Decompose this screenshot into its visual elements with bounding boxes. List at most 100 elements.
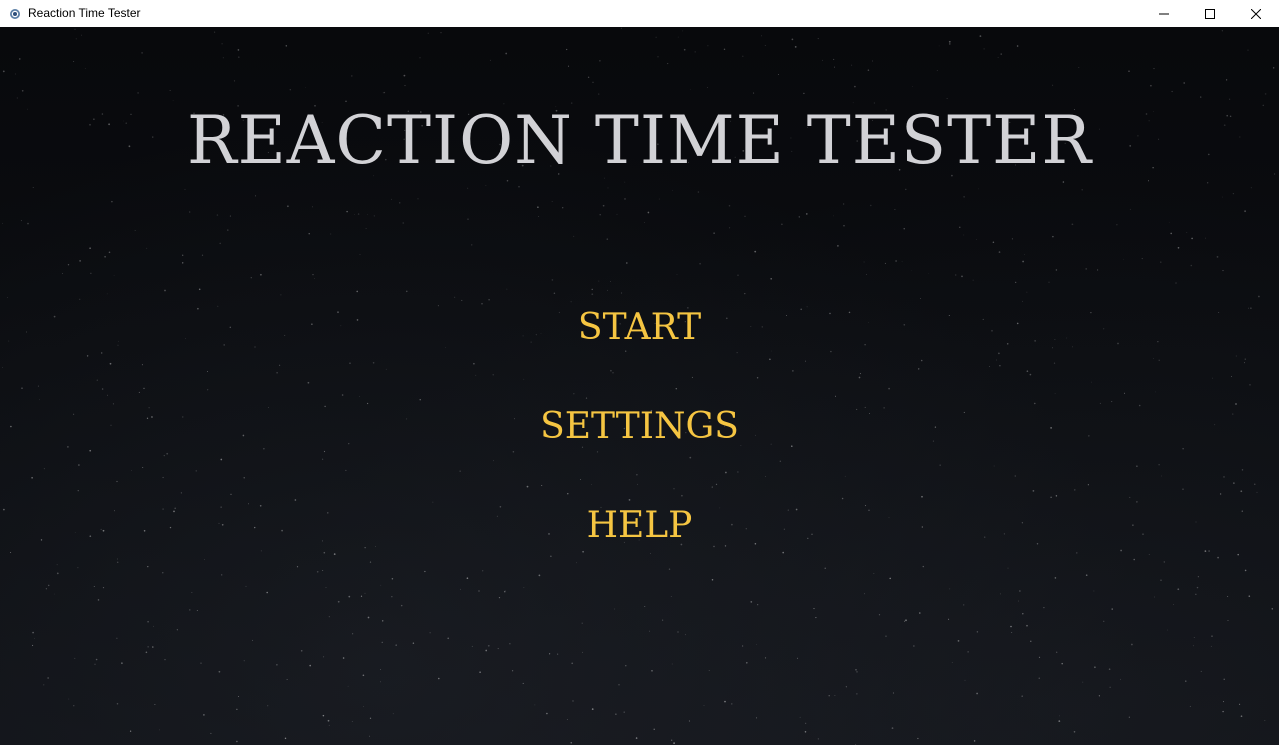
star (728, 205, 731, 207)
star (129, 730, 132, 732)
star (300, 650, 303, 652)
star (1240, 490, 1243, 493)
star (566, 48, 568, 51)
star (380, 681, 381, 683)
star (1055, 495, 1058, 497)
star (658, 198, 660, 200)
star (1103, 620, 1105, 622)
star (154, 703, 156, 706)
star (805, 213, 808, 215)
help-button[interactable]: HELP (0, 504, 1279, 548)
game-canvas[interactable]: REACTION TIME TESTER START SETTINGS HELP (0, 27, 1279, 745)
star (575, 562, 577, 564)
star (31, 477, 33, 479)
window-titlebar[interactable]: Reaction Time Tester (0, 0, 1279, 27)
star (1211, 635, 1213, 637)
star (2, 70, 5, 73)
start-button[interactable]: START (0, 306, 1279, 350)
star (606, 238, 609, 240)
star (1052, 84, 1054, 86)
star (471, 244, 473, 246)
star (683, 48, 686, 51)
star (485, 184, 487, 186)
star (1190, 264, 1193, 267)
star (592, 81, 594, 83)
star (623, 711, 625, 713)
star (562, 207, 564, 209)
star (67, 264, 70, 266)
star (871, 60, 873, 62)
star (771, 350, 772, 352)
star (863, 261, 865, 263)
star (591, 484, 592, 485)
star (573, 393, 575, 395)
star (1015, 281, 1017, 283)
star (636, 474, 638, 476)
star (817, 738, 819, 740)
star (328, 616, 330, 618)
star (479, 671, 481, 673)
star (737, 274, 739, 276)
star (599, 60, 601, 62)
star (756, 717, 758, 719)
star (93, 585, 95, 588)
star (745, 661, 748, 664)
star (1200, 96, 1202, 98)
star (526, 485, 529, 488)
star (1120, 549, 1122, 552)
star (1038, 656, 1041, 658)
star (1222, 270, 1224, 272)
star (454, 296, 456, 298)
star (359, 396, 360, 397)
star (983, 48, 985, 50)
star (56, 572, 59, 575)
star (618, 684, 620, 686)
star (1019, 590, 1021, 592)
star (471, 645, 473, 647)
star (236, 708, 238, 710)
star (219, 242, 221, 245)
close-button[interactable] (1233, 0, 1279, 27)
star (1000, 53, 1002, 55)
star (163, 454, 165, 457)
minimize-button[interactable] (1141, 0, 1187, 27)
maximize-button[interactable] (1187, 0, 1233, 27)
star (1158, 464, 1160, 466)
star (147, 565, 149, 568)
star (356, 290, 359, 293)
star (703, 705, 705, 707)
star (1244, 210, 1246, 213)
star (628, 499, 631, 501)
star (756, 377, 759, 379)
star (581, 622, 583, 624)
star (976, 239, 978, 240)
star (1153, 358, 1154, 359)
star (402, 222, 404, 224)
star (1233, 482, 1235, 484)
star (1017, 600, 1019, 602)
star (204, 559, 205, 560)
star (191, 592, 193, 593)
star (1099, 402, 1101, 404)
star (689, 456, 692, 459)
star (1237, 553, 1239, 556)
star (279, 364, 281, 366)
app-icon (9, 8, 21, 20)
star (921, 495, 923, 498)
star (1058, 720, 1061, 722)
star (222, 57, 224, 59)
star (1264, 720, 1266, 721)
star (803, 92, 805, 95)
star (951, 662, 953, 663)
star (736, 352, 738, 354)
star (96, 379, 98, 381)
star (690, 89, 691, 90)
star (614, 608, 615, 610)
star (922, 565, 925, 568)
star (671, 663, 673, 665)
star (1212, 377, 1213, 379)
star (798, 216, 800, 218)
star (756, 644, 757, 645)
settings-button[interactable]: SETTINGS (0, 405, 1279, 449)
star (672, 189, 673, 191)
